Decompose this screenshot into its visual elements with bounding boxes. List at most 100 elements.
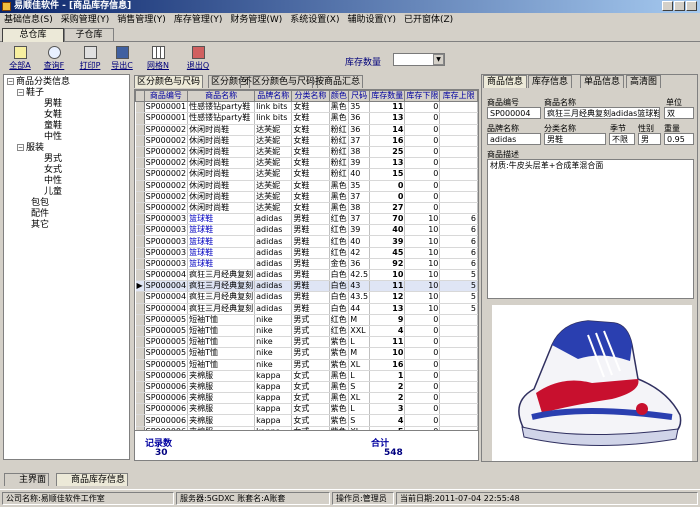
table-cell[interactable]: 25 [369,146,406,159]
table-row[interactable]: SP000002 休闲时尚鞋 达芙妮 女鞋 粉红 36 14 0 [135,124,478,136]
table-cell[interactable]: 4 [369,325,406,338]
table-cell[interactable]: 红色 [329,224,350,237]
category-field[interactable]: 男鞋 [544,133,606,145]
table-cell[interactable]: adidas [254,303,293,315]
table-cell[interactable]: 金色 [329,258,350,271]
menu-purchase[interactable]: 采购管理(Y) [57,13,114,27]
tab-main-warehouse[interactable]: 总仓库 [2,28,64,42]
table-cell[interactable]: link bits [254,101,293,114]
table-cell[interactable]: nike [254,359,293,371]
table-cell[interactable]: 男鞋 [291,291,330,304]
table-cell[interactable]: SP000003 [144,213,189,226]
table-cell[interactable]: 篮球鞋 [187,224,256,237]
code-field[interactable]: SP000004 [487,107,541,119]
table-cell[interactable]: 夹棉服 [187,381,256,394]
table-cell[interactable]: SP000006 [144,370,189,382]
weight-field[interactable]: 0.95 [664,133,694,145]
table-cell[interactable]: 43.5 [348,291,371,304]
table-cell[interactable]: adidas [254,235,293,248]
row-indicator[interactable] [135,213,145,226]
table-cell[interactable]: 6 [439,258,478,271]
table-cell[interactable]: L [348,403,371,416]
table-cell[interactable]: 夹棉服 [187,403,256,416]
table-cell[interactable]: 6 [439,235,478,248]
table-cell[interactable]: 0 [369,180,406,192]
table-cell[interactable]: 35 [348,101,371,114]
menu-aux-settings[interactable]: 辅助设置(Y) [343,13,400,27]
table-cell[interactable]: SP000005 [144,336,189,349]
table-cell[interactable]: 10 [369,347,406,360]
table-cell[interactable]: SP000004 [144,303,189,315]
table-cell[interactable] [439,381,478,394]
row-indicator[interactable] [135,314,145,326]
table-cell[interactable]: 0 [404,347,441,360]
table-cell[interactable]: 粉红 [329,124,350,136]
table-cell[interactable]: 女鞋 [291,124,330,136]
table-cell[interactable]: 70 [369,213,406,226]
column-header[interactable]: 商品编号 [143,90,189,103]
row-indicator[interactable] [135,347,145,360]
brand-field[interactable]: adidas [487,133,541,145]
table-cell[interactable]: 男式 [291,314,330,326]
row-indicator[interactable] [135,291,145,304]
table-row[interactable]: SP000005 短袖T恤 nike 男式 紫色 L 11 0 [135,336,478,349]
collapse-icon[interactable]: − [7,78,14,85]
table-cell[interactable]: 粉红 [329,135,350,147]
table-cell[interactable]: 13 [369,303,406,315]
table-cell[interactable]: 37 [348,135,371,147]
table-cell[interactable]: 42.5 [348,269,371,282]
table-cell[interactable]: SP000002 [144,135,189,147]
table-cell[interactable]: 红色 [329,314,350,326]
table-cell[interactable]: 10 [369,269,406,282]
table-cell[interactable]: 女鞋 [291,101,330,114]
table-cell[interactable]: adidas [254,280,293,293]
tree-node-men-clothing[interactable]: 男式 [44,154,62,165]
table-cell[interactable]: 2 [369,392,406,405]
table-cell[interactable]: 0 [404,112,441,125]
table-cell[interactable]: 0 [404,370,441,382]
table-cell[interactable]: 短袖T恤 [187,314,256,326]
table-cell[interactable]: 紫色 [329,347,350,360]
table-cell[interactable]: 紫色 [329,336,350,349]
menu-basic-info[interactable]: 基础信息(S) [0,13,57,27]
table-cell[interactable]: SP000003 [144,235,189,248]
table-cell[interactable] [439,191,478,203]
table-cell[interactable]: 5 [439,280,478,293]
table-cell[interactable]: adidas [254,247,293,259]
row-indicator[interactable] [135,202,145,215]
exit-button[interactable]: 退出Q [184,45,212,73]
table-cell[interactable]: 5 [439,303,478,315]
table-cell[interactable]: 5 [439,291,478,304]
table-cell[interactable]: 0 [369,191,406,203]
row-indicator[interactable] [135,370,145,382]
table-cell[interactable]: 女鞋 [291,168,330,181]
table-cell[interactable] [439,112,478,125]
table-row[interactable]: SP000006 夹棉服 kappa 女式 黑色 S 2 0 [135,381,478,394]
table-cell[interactable]: 男鞋 [291,224,330,237]
collapse-icon[interactable]: − [17,144,24,151]
table-row[interactable]: SP000006 夹棉服 kappa 女式 黑色 L 1 0 [135,370,478,382]
table-cell[interactable]: 达芙妮 [254,202,293,215]
table-cell[interactable]: M [348,314,371,326]
table-cell[interactable]: 男式 [291,359,330,371]
table-cell[interactable]: kappa [254,370,293,382]
description-field[interactable]: 材质:牛皮头层革+合成革混合面 [487,159,694,299]
table-cell[interactable]: 11 [369,101,406,114]
table-cell[interactable]: 0 [404,202,441,215]
menu-sales[interactable]: 销售管理(Y) [113,13,170,27]
tree-root[interactable]: − 商品分类信息 [7,77,70,88]
tab-item-info[interactable]: 单品信息 [580,75,625,88]
table-row[interactable]: ▶ SP000004 疯狂三月经典复刻 adidas 男鞋 白色 43 11 10 5 [135,280,478,293]
table-cell[interactable]: 43 [348,280,371,293]
tab-inventory-info[interactable]: 商品库存信息 [56,473,129,486]
table-cell[interactable]: 0 [404,191,441,203]
table-cell[interactable]: 短袖T恤 [187,347,256,360]
table-cell[interactable]: 男式 [291,325,330,338]
table-cell[interactable]: SP000005 [144,359,189,371]
table-cell[interactable]: 10 [404,291,441,304]
table-cell[interactable] [439,314,478,326]
table-cell[interactable] [439,359,478,371]
table-cell[interactable]: 女鞋 [291,146,330,159]
table-cell[interactable]: 38 [348,202,371,215]
table-cell[interactable]: 10 [404,280,441,293]
